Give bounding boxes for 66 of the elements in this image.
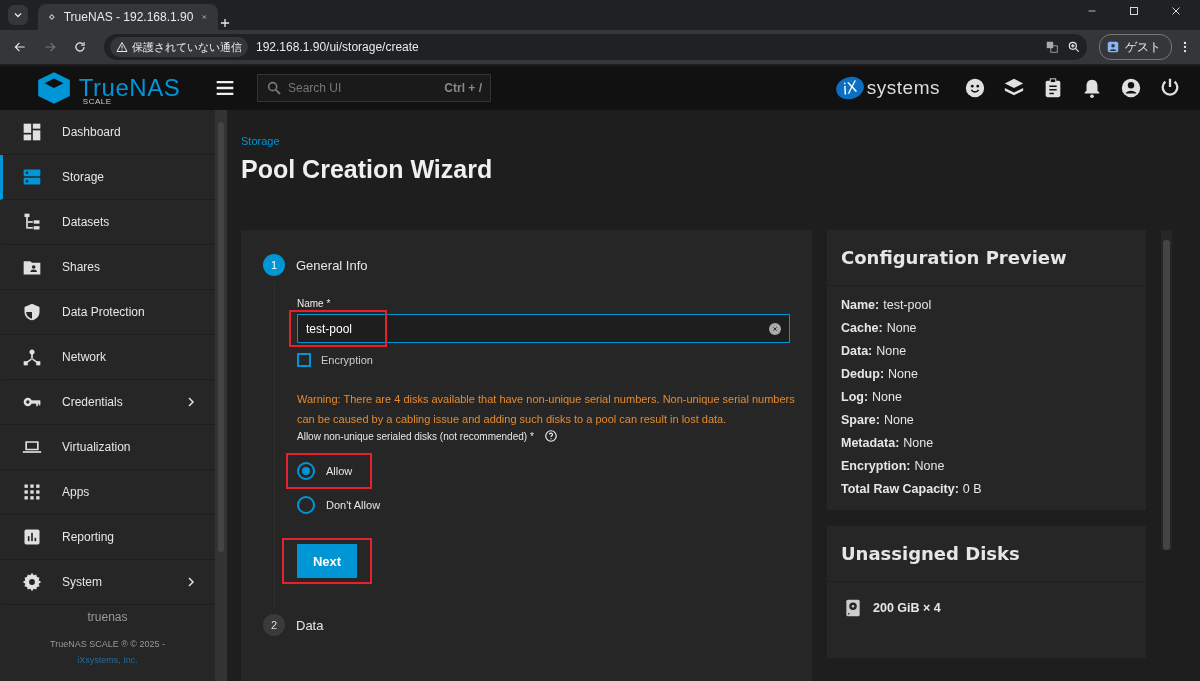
vendor-logo-text: systems <box>866 77 940 99</box>
smiley-icon[interactable] <box>964 77 986 99</box>
step-title[interactable]: Data <box>296 617 324 633</box>
security-chip[interactable]: 保護されていない通信 <box>110 37 248 57</box>
reload-icon[interactable] <box>73 40 87 54</box>
dashboard-icon <box>22 122 42 142</box>
preview-row-text: Cache: None <box>841 321 918 335</box>
bar-chart-icon <box>22 527 42 547</box>
warning-icon <box>116 41 128 53</box>
step-number: 1 <box>263 254 285 276</box>
account-icon[interactable] <box>1120 77 1142 99</box>
radio-button[interactable] <box>297 462 315 480</box>
zoom-icon[interactable] <box>1067 40 1081 54</box>
preview-row-text: Data: None <box>841 344 908 358</box>
profile-button[interactable]: ゲスト <box>1099 34 1172 60</box>
maximize-icon[interactable] <box>1128 5 1140 17</box>
name-input-field[interactable]: test-pool <box>297 314 790 343</box>
page-title: Pool Creation Wizard <box>241 155 494 184</box>
preview-row-text: Dedup: None <box>841 367 919 381</box>
menu-icon[interactable] <box>215 78 235 98</box>
help-icon[interactable] <box>543 429 558 443</box>
step-number: 2 <box>263 614 285 636</box>
tree-icon <box>22 212 42 232</box>
sidebar-item[interactable]: System <box>0 560 215 605</box>
plus-icon[interactable] <box>218 16 232 30</box>
preview-row-text: Encryption: None <box>841 459 946 473</box>
search-field[interactable]: Search UI Ctrl + / <box>257 74 491 102</box>
card-title: Configuration Preview <box>827 230 1146 286</box>
shield-icon <box>22 302 42 322</box>
card-title: Unassigned Disks <box>827 526 1146 582</box>
sidebar-item[interactable]: Reporting <box>0 515 215 560</box>
network-icon <box>22 347 42 367</box>
forward-icon[interactable] <box>43 40 57 54</box>
step-title[interactable]: General Info <box>296 257 368 273</box>
settings-icon <box>22 572 42 592</box>
url-text[interactable]: 192.168.1.90/ui/storage/create <box>256 40 1037 54</box>
back-icon[interactable] <box>13 40 27 54</box>
person-icon <box>1106 40 1120 54</box>
preview-row-text: Spare: None <box>841 413 915 427</box>
preview-row-text: Name: test-pool <box>841 298 933 312</box>
sidebar-item[interactable]: Shares <box>0 245 215 290</box>
search-icon <box>266 80 282 96</box>
close-icon[interactable] <box>1170 5 1182 17</box>
radio-button[interactable] <box>297 496 315 514</box>
browser-tab[interactable]: TrueNAS - 192.168.1.90 <box>38 4 218 30</box>
preview-row-text: Metadata: None <box>841 436 935 450</box>
disk-label[interactable]: 200 GiB × 4 <box>873 601 941 615</box>
warning-text: Warning: There are 4 disks available that have non-unique serial numbers. Non-unique serial numbers can be caused by a cabling issue and adding such disks to a pool can result in lost data. <box>297 392 796 427</box>
radio-label[interactable]: Don't Allow <box>326 499 381 511</box>
sidebar-item[interactable]: Dashboard <box>0 110 215 155</box>
translate-icon[interactable] <box>1045 40 1059 54</box>
radio-group-label: Allow non-unique serialed disks (not recommended) * <box>297 430 534 442</box>
grid-icon <box>22 482 42 502</box>
preview-row-text: Total Raw Capacity: 0 B <box>841 482 983 496</box>
sidebar-item[interactable]: Data Protection <box>0 290 215 335</box>
radio-label[interactable]: Allow <box>326 465 353 477</box>
checkbox[interactable] <box>297 353 311 367</box>
storage-icon <box>22 167 42 187</box>
power-icon[interactable] <box>1159 77 1181 99</box>
breadcrumb-link[interactable]: Storage <box>241 135 1172 147</box>
field-label: Name * <box>297 298 332 309</box>
checkbox-label[interactable]: Encryption <box>321 354 373 366</box>
copyright-text: TrueNAS SCALE ® © 2025 - iXsystems, Inc. <box>49 638 166 667</box>
scrollbar-thumb[interactable] <box>1162 240 1170 550</box>
preview-row-text: Log: None <box>841 390 903 404</box>
hostname-text: truenas <box>86 610 129 624</box>
